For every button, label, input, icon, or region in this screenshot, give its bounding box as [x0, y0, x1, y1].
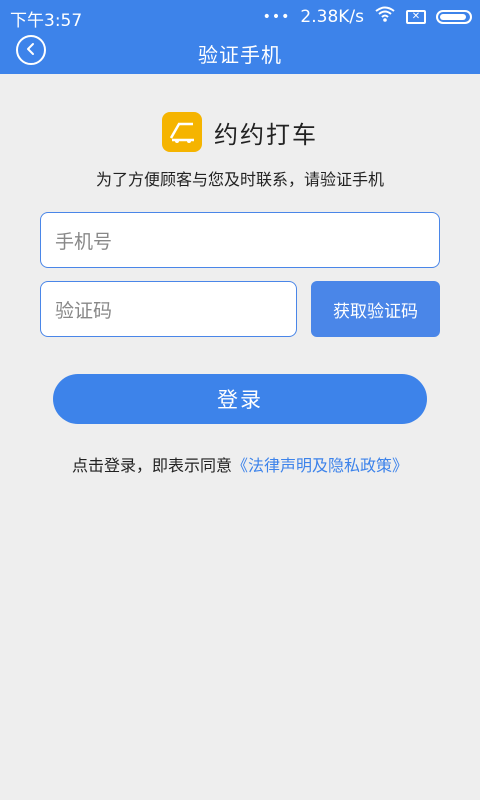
status-bar: 下午3:57 ••• 2.38K/s ✕ — [0, 0, 480, 32]
status-icons: ••• 2.38K/s ✕ — [263, 6, 472, 27]
battery-icon — [436, 9, 472, 24]
sim-off-icon: ✕ — [406, 9, 426, 24]
phone-placeholder: 手机号 — [55, 230, 113, 253]
brand-block: 约约打车 — [0, 112, 480, 152]
app-header: 验证手机 — [0, 32, 480, 74]
verification-code-placeholder: 验证码 — [55, 299, 113, 322]
verification-code-input[interactable]: 验证码 — [40, 281, 297, 337]
privacy-policy-link[interactable]: 《法律声明及隐私政策》 — [232, 456, 408, 475]
login-button[interactable]: 登录 — [53, 374, 427, 424]
more-dots-icon: ••• — [262, 8, 291, 25]
network-speed: 2.38K/s — [300, 6, 364, 27]
status-time: 下午3:57 — [10, 11, 83, 31]
app-name: 约约打车 — [214, 120, 318, 149]
agreement-text: 点击登录，即表示同意《法律声明及隐私政策》 — [0, 452, 480, 476]
page-title: 验证手机 — [198, 43, 282, 67]
get-verification-code-button[interactable]: 获取验证码 — [311, 281, 440, 337]
agreement-prefix: 点击登录，即表示同意 — [71, 456, 232, 475]
wifi-icon — [374, 6, 396, 27]
phone-input[interactable]: 手机号 — [40, 212, 440, 268]
app-logo-icon — [162, 112, 202, 152]
verification-instruction: 为了方便顾客与您及时联系，请验证手机 — [95, 170, 384, 189]
